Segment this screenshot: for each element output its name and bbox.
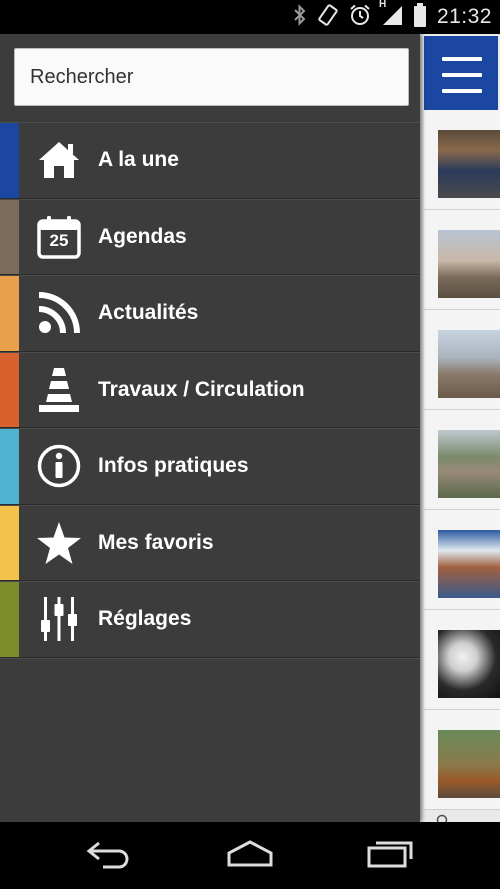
recent-apps-icon (365, 839, 415, 874)
news-feed (424, 110, 500, 828)
signal-icon: H (379, 0, 403, 31)
menu-item-label: Actualités (98, 301, 199, 325)
thumbnail (438, 430, 500, 498)
color-bar (0, 123, 19, 198)
list-item[interactable] (424, 310, 500, 410)
thumbnail (438, 130, 500, 198)
color-bar (0, 352, 19, 427)
thumbnail (438, 630, 500, 698)
list-item[interactable] (424, 510, 500, 610)
menu-item-label: Mes favoris (98, 530, 214, 554)
list-item[interactable] (424, 610, 500, 710)
alarm-icon (349, 4, 371, 31)
battery-icon (413, 2, 427, 32)
bluetooth-icon (293, 3, 307, 31)
menu-item-actualites[interactable]: Actualités (0, 275, 420, 352)
navigation-drawer: A la une 25 Agendas Actualités Trava (0, 34, 420, 822)
home-button[interactable] (220, 834, 280, 878)
list-item[interactable] (424, 210, 500, 310)
menu-item-reglages[interactable]: Réglages (0, 581, 420, 658)
menu-item-infos-pratiques[interactable]: Infos pratiques (0, 428, 420, 505)
calendar-icon: 25 (36, 214, 82, 260)
recent-apps-button[interactable] (360, 834, 420, 878)
back-button[interactable] (80, 834, 140, 878)
list-item[interactable] (424, 410, 500, 510)
menu-item-agendas[interactable]: 25 Agendas (0, 198, 420, 275)
drawer-empty-area (0, 658, 420, 822)
menu-item-label: A la une (98, 148, 179, 172)
list-item[interactable] (424, 710, 500, 810)
star-icon (36, 520, 82, 566)
color-bar (0, 582, 19, 657)
drawer-menu: A la une 25 Agendas Actualités Travaux /… (0, 122, 420, 658)
color-bar (0, 199, 19, 274)
back-icon (85, 839, 135, 874)
menu-item-label: Infos pratiques (98, 454, 249, 478)
traffic-cone-icon (36, 367, 82, 413)
home-nav-icon (223, 839, 277, 874)
rotation-lock-icon (317, 3, 339, 31)
sliders-icon (36, 596, 82, 642)
status-bar: H 21:32 (0, 0, 500, 34)
thumbnail (438, 730, 500, 798)
color-bar (0, 429, 19, 504)
home-icon (36, 137, 82, 183)
menu-toggle-button[interactable] (424, 36, 498, 110)
menu-item-mes-favoris[interactable]: Mes favoris (0, 504, 420, 581)
calendar-day: 25 (49, 230, 69, 250)
hamburger-icon (442, 57, 482, 61)
color-bar (0, 276, 19, 351)
menu-item-label: Réglages (98, 607, 192, 631)
info-icon (36, 443, 82, 489)
status-clock: 21:32 (436, 5, 492, 28)
menu-item-travaux[interactable]: Travaux / Circulation (0, 351, 420, 428)
color-bar (0, 505, 19, 580)
search-input[interactable] (14, 48, 409, 106)
navigation-bar (0, 822, 500, 889)
thumbnail (438, 330, 500, 398)
thumbnail (438, 230, 500, 298)
rss-icon (36, 290, 82, 336)
list-item[interactable] (424, 110, 500, 210)
menu-item-a-la-une[interactable]: A la une (0, 122, 420, 199)
thumbnail (438, 530, 500, 598)
menu-item-label: Agendas (98, 224, 187, 248)
menu-item-label: Travaux / Circulation (98, 377, 305, 401)
drawer-search (0, 34, 420, 122)
